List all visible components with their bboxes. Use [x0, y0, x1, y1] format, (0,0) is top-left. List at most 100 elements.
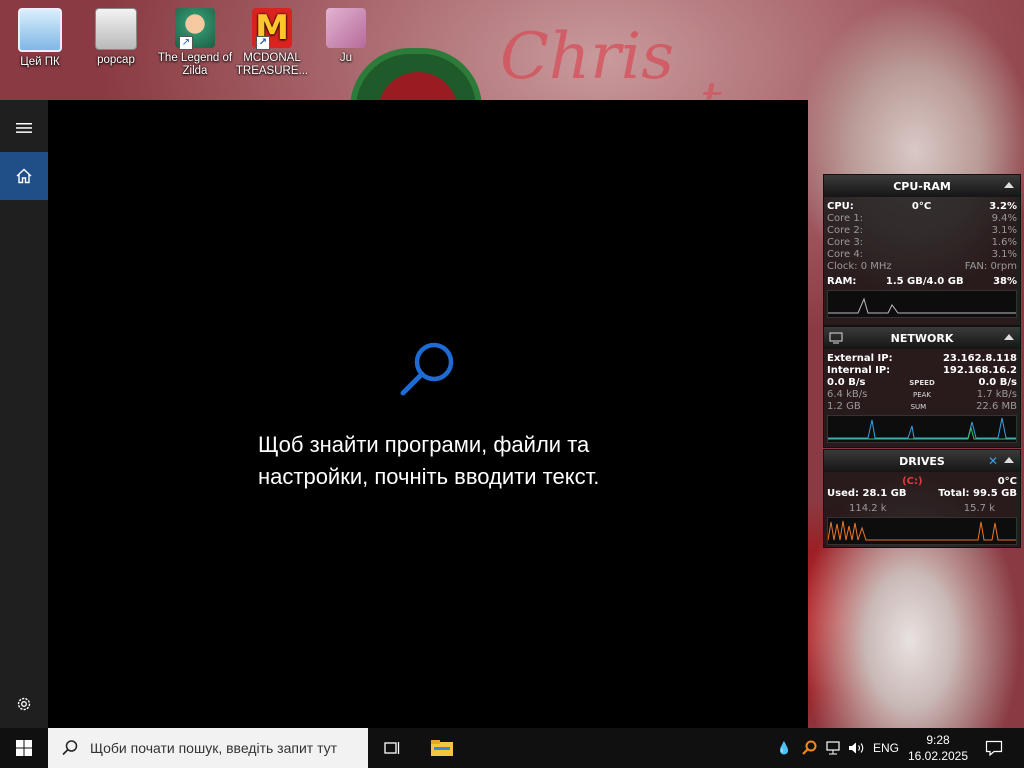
drive-temp: 0°C	[997, 476, 1017, 487]
cpu-ram-header[interactable]: CPU-RAM	[824, 175, 1020, 197]
drive-write: 15.7 k	[963, 503, 995, 514]
search-empty-state: Щоб знайти програми, файли та настройки,…	[258, 338, 638, 493]
gadget-title: CPU-RAM	[893, 179, 951, 193]
folder-icon	[431, 740, 453, 756]
shortcut-arrow-icon: ↗	[256, 36, 270, 50]
drive-io-row: 114.2 k 15.7 k	[824, 503, 1020, 515]
peak-up: 1.7 kB/s	[976, 389, 1017, 400]
fan-value: FAN: 0rpm	[964, 261, 1017, 272]
collapse-arrow-icon[interactable]	[1004, 334, 1014, 340]
search-orange-icon	[802, 740, 817, 755]
search-input[interactable]	[88, 739, 362, 757]
desktop-icon-ju[interactable]: Ju	[308, 2, 384, 65]
task-view-button[interactable]	[368, 728, 416, 768]
internal-ip-value: 192.168.16.2	[942, 365, 1017, 376]
core-row: Core 2: 3.1%	[824, 225, 1020, 237]
tray-search-button[interactable]	[798, 728, 820, 768]
gadget-title: DRIVES	[899, 454, 945, 468]
speed-down: 0.0 B/s	[827, 377, 866, 388]
droplet-icon: 💧	[776, 741, 792, 755]
gift-icon	[326, 8, 366, 48]
language-indicator[interactable]: ENG	[870, 728, 902, 768]
external-ip-value: 23.162.8.118	[942, 353, 1017, 364]
taskbar-search-box[interactable]	[48, 728, 368, 768]
core-value: 3.1%	[991, 249, 1017, 260]
external-ip-row: External IP: 23.162.8.118	[824, 353, 1020, 365]
task-view-icon	[384, 742, 400, 754]
shortcut-arrow-icon: ↗	[179, 36, 193, 50]
monitor-icon[interactable]	[829, 332, 843, 344]
windows-logo-icon	[16, 740, 32, 756]
taskbar-clock[interactable]: 9:28 16.02.2025	[906, 732, 970, 764]
cpu-history-graph	[827, 290, 1017, 318]
desktop-icon-legend-of-zilda[interactable]: ↗ The Legend of Zilda	[157, 2, 233, 78]
hamburger-menu-button[interactable]	[0, 104, 48, 152]
sum-down: 1.2 GB	[827, 401, 861, 412]
desktop-icon-label: Ju	[339, 52, 353, 64]
desktop-icon-mcdonald-treasure[interactable]: M ↗ MCDONAL TREASURE...	[234, 2, 310, 78]
search-empty-message: Щоб знайти програми, файли та настройки,…	[258, 432, 600, 489]
core-label: Core 4:	[827, 249, 864, 260]
network-icon	[826, 741, 840, 755]
drive-used: Used: 28.1 GB	[827, 488, 907, 499]
drives-header[interactable]: DRIVES ✕	[824, 450, 1020, 472]
collapse-arrow-icon[interactable]	[1004, 182, 1014, 188]
desktop-icon-label: popcap	[97, 54, 135, 66]
computer-icon	[18, 8, 62, 52]
clock-row: Clock: 0 MHz FAN: 0rpm	[824, 261, 1020, 273]
ram-row: RAM: 1.5 GB/4.0 GB 38%	[824, 276, 1020, 288]
internal-ip-row: Internal IP: 192.168.16.2	[824, 365, 1020, 377]
peak-down: 6.4 kB/s	[827, 389, 868, 400]
sum-up: 22.6 MB	[976, 401, 1017, 412]
desktop-icon-label: MCDONAL TREASURE...	[235, 52, 309, 77]
start-button[interactable]	[0, 728, 48, 768]
sum-label: SUM	[910, 403, 927, 411]
desktop-icon-this-pc[interactable]: Цей ПК	[2, 2, 78, 69]
core-label: Core 1:	[827, 213, 864, 224]
core-row: Core 3: 1.6%	[824, 237, 1020, 249]
collapse-arrow-icon[interactable]	[1004, 457, 1014, 463]
notification-icon	[985, 740, 1003, 756]
cpu-value: 3.2%	[989, 201, 1017, 212]
cpu-graph-lines	[828, 297, 1016, 314]
settings-button[interactable]	[0, 680, 48, 728]
desktop-icon-label: Цей ПК	[20, 56, 60, 68]
speed-row: 0.0 B/s SPEED 0.0 B/s	[824, 377, 1020, 389]
cpu-row: CPU: 0°C 3.2%	[824, 201, 1020, 213]
tray-volume-button[interactable]	[846, 728, 868, 768]
peak-row: 6.4 kB/s PEAK 1.7 kB/s	[824, 389, 1020, 401]
core-value: 1.6%	[991, 237, 1017, 248]
drive-total: Total: 99.5 GB	[938, 488, 1017, 499]
peak-label: PEAK	[912, 391, 932, 399]
action-center-button[interactable]	[976, 728, 1012, 768]
cpu-label: CPU:	[827, 201, 854, 212]
cpu-ram-gadget: CPU-RAM CPU: 0°C 3.2% Core 1: 9.4% Core 2…	[823, 174, 1021, 326]
core-row: Core 1: 9.4%	[824, 213, 1020, 225]
gadget-title: NETWORK	[890, 331, 954, 345]
drive-usage-row: Used: 28.1 GB Total: 99.5 GB	[824, 488, 1020, 500]
tools-icon[interactable]: ✕	[988, 454, 998, 468]
network-header[interactable]: NETWORK	[824, 327, 1020, 349]
home-button[interactable]	[0, 152, 48, 200]
internal-ip-label: Internal IP:	[827, 365, 891, 376]
cpu-temp: 0°C	[911, 201, 932, 212]
core-row: Core 4: 3.1%	[824, 249, 1020, 261]
desktop-icon-label: The Legend of Zilda	[157, 52, 233, 77]
gear-icon	[17, 697, 31, 711]
core-label: Core 2:	[827, 225, 864, 236]
home-icon	[16, 168, 32, 184]
drive-letter: (C:)	[902, 476, 923, 487]
drive-read: 114.2 k	[849, 503, 887, 514]
external-ip-label: External IP:	[827, 353, 893, 364]
network-gadget: NETWORK External IP: 23.162.8.118 Interna…	[823, 326, 1021, 448]
tray-droplet-button[interactable]: 💧	[774, 728, 794, 768]
desktop-icon-popcap[interactable]: popcap	[78, 2, 154, 67]
search-panel: Щоб знайти програми, файли та настройки,…	[0, 100, 808, 728]
file-explorer-button[interactable]	[418, 728, 466, 768]
network-history-graph	[827, 415, 1017, 443]
tray-network-button[interactable]	[822, 728, 844, 768]
drives-gadget: DRIVES ✕ (C:) 0°C Used: 28.1 GB Total: 99.…	[823, 449, 1021, 548]
drive-row: (C:) 0°C	[824, 476, 1020, 488]
drive-graph-lines	[827, 520, 1016, 541]
wallpaper-decoration: Chris	[500, 20, 675, 94]
